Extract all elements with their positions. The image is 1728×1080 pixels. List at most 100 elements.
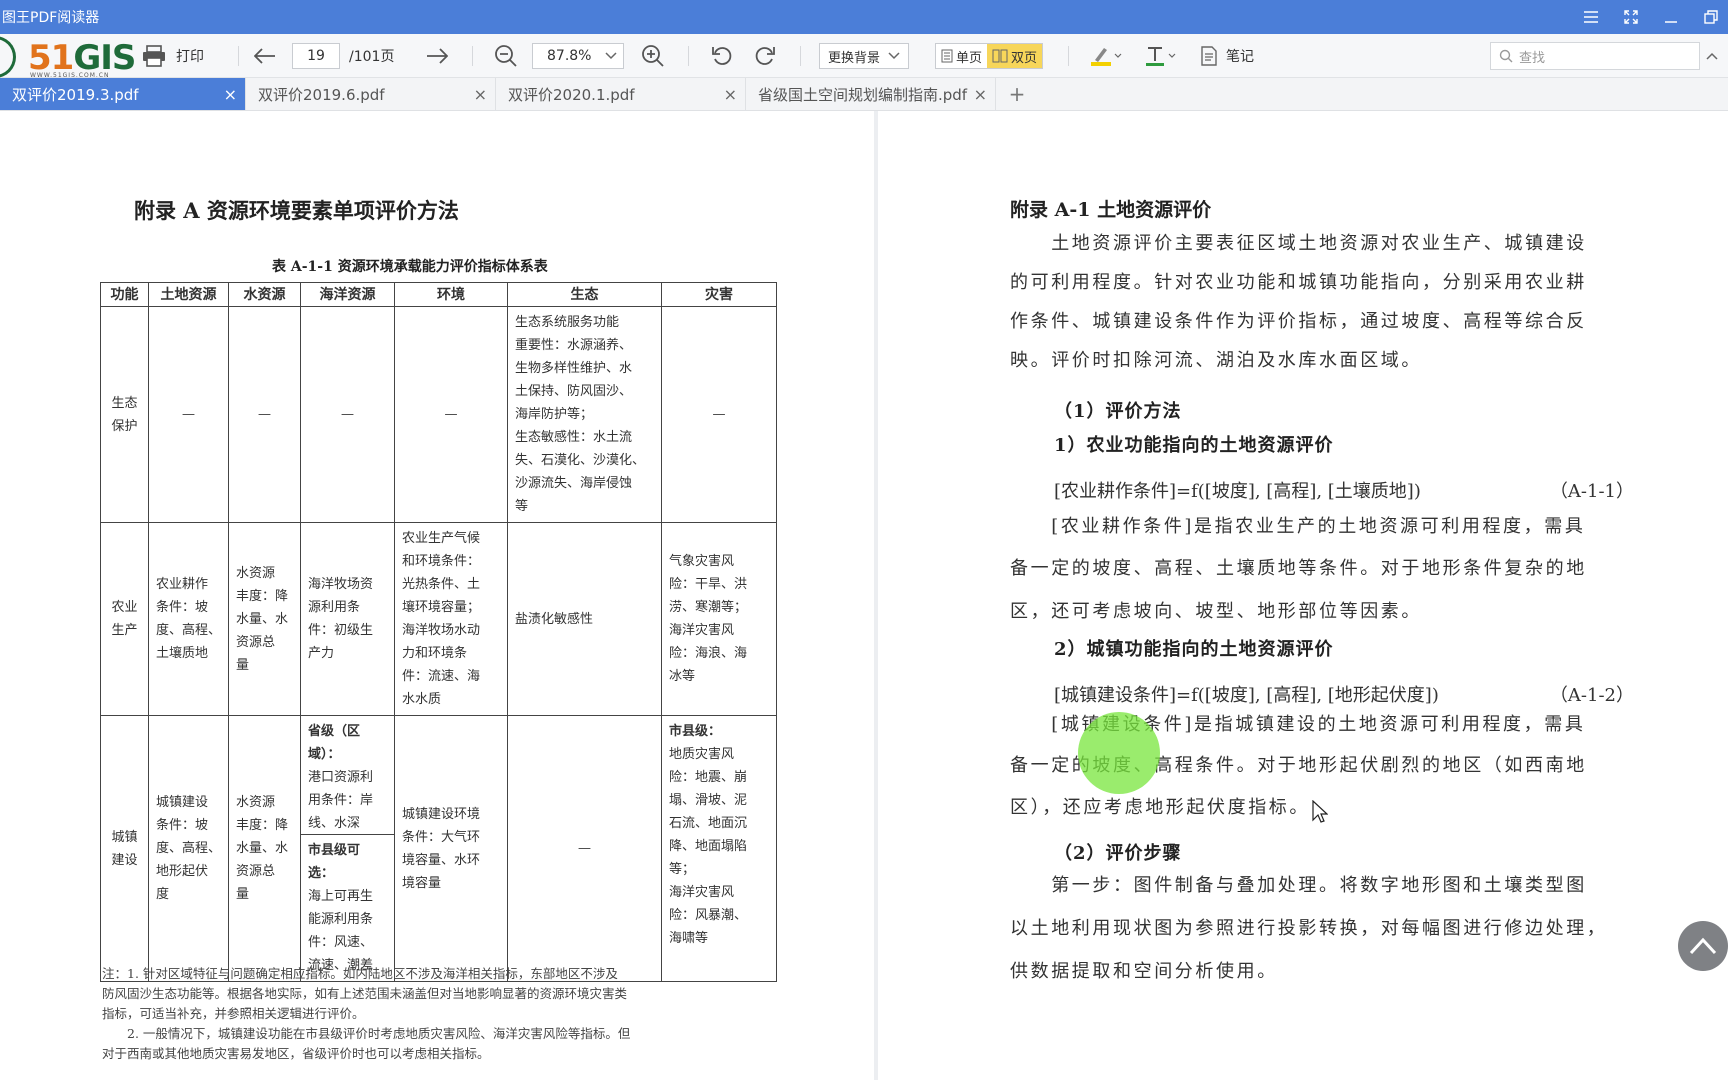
table-cell: 水资源 丰度：降 水量、水 资源总 量 <box>228 522 301 716</box>
note-line: 注：1. 针对区域特征与问题确定相应指标。如内陆地区不涉及海洋相关指标，东部地区… <box>102 966 618 981</box>
menu-icon[interactable] <box>1582 8 1600 26</box>
single-page-button[interactable]: 单页 <box>936 44 987 68</box>
tab-provincial-guide[interactable]: 省级国土空间规划编制指南.pdf × <box>746 78 996 110</box>
cell-body: 港口资源利 用条件：岸 线、水深 <box>308 770 374 831</box>
formula-a-1-2: [城镇建设条件]=f([坡度], [高程], [地形起伏度]) （A-1-2） <box>1054 681 1634 707</box>
steps-heading: （2）评价步骤 <box>1054 843 1182 864</box>
rotate-right-button[interactable] <box>754 34 776 78</box>
prev-page-button[interactable] <box>254 34 276 78</box>
cell-body: 地质灾害风 险：地震、崩 塌、滑坡、泥 石流、地面沉 降、地面塌陷 等； 海洋灾… <box>669 747 748 946</box>
page-left: 附录 A 资源环境要素单项评价方法 表 A-1-1 资源环境承载能力评价指标体系… <box>0 111 874 1080</box>
text-line: 以土地利用现状图为参照进行投影转换，对每幅图进行修边处理， <box>1010 918 1608 939</box>
text-line: 供数据提取和空间分析使用。 <box>1010 961 1278 982</box>
search-icon <box>1499 49 1513 63</box>
window-controls <box>1582 0 1720 34</box>
total-pages: /101页 <box>349 49 395 65</box>
appendix-heading: 附录 A 资源环境要素单项评价方法 <box>134 198 459 223</box>
rotate-left-icon <box>712 47 732 65</box>
chevron-down-icon <box>888 52 900 60</box>
table-cell: — <box>507 715 662 982</box>
highlighter-icon <box>1091 48 1122 66</box>
ocean-county: 市县级可 选： 海上可再生 能源利用条 件：风速、 流速、潮差 <box>301 834 394 981</box>
close-icon[interactable]: × <box>974 85 987 104</box>
header-cell: 海洋资源 <box>300 282 395 307</box>
table-cell: 农业生产气候 和环境条件： 光热条件、土 壤环境容量； 海洋牧场水动 力和环境条… <box>394 522 508 716</box>
pointer-highlight <box>1078 712 1160 794</box>
double-page-icon <box>992 49 1008 63</box>
close-icon[interactable]: × <box>474 85 487 104</box>
arrow-left-icon <box>254 48 275 64</box>
zoom-value: 87.8% <box>547 48 592 64</box>
table-row: 农业 生产 农业耕作 条件：坡 度、高程、 土壤质地 水资源 丰度：降 水量、水… <box>100 522 777 716</box>
add-tab-button[interactable]: + <box>1005 78 1029 110</box>
agri-heading: 1）农业功能指向的土地资源评价 <box>1054 435 1334 456</box>
zoom-select[interactable]: 87.8% <box>532 43 624 69</box>
text-line: 土地资源评价主要表征区域土地资源对农业生产、城镇建设 <box>1010 233 1587 254</box>
brand-logo: 51GIS WWW.51GIS.COM.CN <box>0 36 136 79</box>
method-heading: （1）评价方法 <box>1054 401 1182 422</box>
page-number-input[interactable] <box>292 43 340 69</box>
tab-label: 双评价2020.1.pdf <box>508 85 635 104</box>
pdf-reader-app: 图王PDF阅读器 打印 /101页 <box>0 0 1728 1080</box>
arrow-right-icon <box>427 48 448 64</box>
text-line: 第一步：图件制备与叠加处理。将数字地形图和土壤类型图 <box>1010 875 1587 896</box>
zoom-out-button[interactable] <box>494 34 518 78</box>
fullscreen-icon[interactable] <box>1622 8 1640 26</box>
table-title: 表 A-1-1 资源环境承载能力评价指标体系表 <box>272 259 548 275</box>
window-title: 图王PDF阅读器 <box>2 10 100 26</box>
header-cell: 水资源 <box>228 282 301 307</box>
formula-number: （A-1-1） <box>1549 481 1634 502</box>
rotate-left-button[interactable] <box>711 34 733 78</box>
table-cell: — <box>300 306 395 523</box>
tab-doc-2020-1[interactable]: 双评价2020.1.pdf × <box>496 78 746 110</box>
ocean-provincial: 省级（区 域）： 港口资源利 用条件：岸 线、水深 <box>301 716 394 834</box>
text-icon <box>1146 47 1176 66</box>
header-cell: 生态 <box>507 282 662 307</box>
document-viewport[interactable]: 附录 A 资源环境要素单项评价方法 表 A-1-1 资源环境承载能力评价指标体系… <box>0 111 1728 1080</box>
tab-label: 双评价2019.6.pdf <box>258 85 385 104</box>
minimize-icon[interactable] <box>1662 8 1680 26</box>
table-header-row: 功能 土地资源 水资源 海洋资源 环境 生态 灾害 <box>100 282 777 307</box>
cell-subtitle: 省级（区 域）： <box>308 724 361 762</box>
single-page-label: 单页 <box>956 50 983 66</box>
next-page-button[interactable] <box>426 34 448 78</box>
indicator-table: 功能 土地资源 水资源 海洋资源 环境 生态 灾害 生态 保护 — — — — … <box>100 282 777 982</box>
function-cell: 生态 保护 <box>100 306 149 523</box>
table-cell: — <box>148 306 229 523</box>
page-right: 附录 A-1 土地资源评价 土地资源评价主要表征区域土地资源对农业生产、城镇建设… <box>878 111 1728 1080</box>
table-cell: — <box>661 306 777 523</box>
note-button[interactable]: 笔记 <box>1200 34 1254 78</box>
chevron-up-icon <box>1689 937 1717 955</box>
scroll-to-top-button[interactable] <box>1678 921 1728 971</box>
zoom-in-icon <box>642 45 664 67</box>
highlighter-button[interactable] <box>1090 34 1122 78</box>
page-mode-toggle: 单页 双页 <box>935 43 1044 69</box>
text-line: 备一定的坡度、高程、土壤质地等条件。对于地形条件复杂的地 <box>1010 558 1587 579</box>
text-line: [农业耕作条件]是指农业生产的土地资源可利用程度，需具 <box>1010 516 1586 537</box>
restore-icon[interactable] <box>1702 8 1720 26</box>
tab-doc-2019-3[interactable]: 双评价2019.3.pdf × <box>0 78 246 110</box>
title-bar[interactable]: 图王PDF阅读器 <box>0 0 1728 34</box>
note-line: 2. 一般情况下，城镇建设功能在市县级评价时考虑地质灾害风险、海洋灾害风险等指标… <box>102 1026 631 1041</box>
note-line: 指标，可适当补充，并参照相关逻辑进行评价。 <box>102 1006 365 1021</box>
note-line: 防风固沙生态功能等。根据各地实际，如有上述范围未涵盖但对当地影响显著的资源环境灾… <box>102 986 628 1001</box>
search-input[interactable]: 查找 <box>1490 42 1700 70</box>
table-cell: 水资源 丰度：降 水量、水 资源总 量 <box>228 715 301 982</box>
text-tool-button[interactable] <box>1144 34 1176 78</box>
intro-paragraph: 土地资源评价主要表征区域土地资源对农业生产、城镇建设 的可利用程度。针对农业功能… <box>1010 224 1630 380</box>
single-page-icon <box>941 49 953 63</box>
text-line: 的可利用程度。针对农业功能和城镇功能指向，分别采用农业耕 <box>1010 272 1587 293</box>
table-cell: 城镇建设环境 条件：大气环 境容量、水环 境容量 <box>394 715 508 982</box>
close-icon[interactable]: × <box>224 85 237 104</box>
zoom-in-button[interactable] <box>641 34 665 78</box>
double-page-button[interactable]: 双页 <box>987 44 1043 68</box>
table-cell: 盐渍化敏感性 <box>507 522 662 716</box>
close-icon[interactable]: × <box>724 85 737 104</box>
cell-subtitle: 市县级： <box>669 724 722 739</box>
table-cell-split: 省级（区 域）： 港口资源利 用条件：岸 线、水深 市县级可 选： 海上可再生 能源… <box>300 715 395 982</box>
tab-doc-2019-6[interactable]: 双评价2019.6.pdf × <box>246 78 496 110</box>
change-background-button[interactable]: 更换背景 <box>819 43 910 69</box>
chevron-up-icon <box>1706 52 1718 60</box>
print-button[interactable]: 打印 <box>142 34 204 78</box>
collapse-toolbar-button[interactable] <box>1706 34 1718 78</box>
